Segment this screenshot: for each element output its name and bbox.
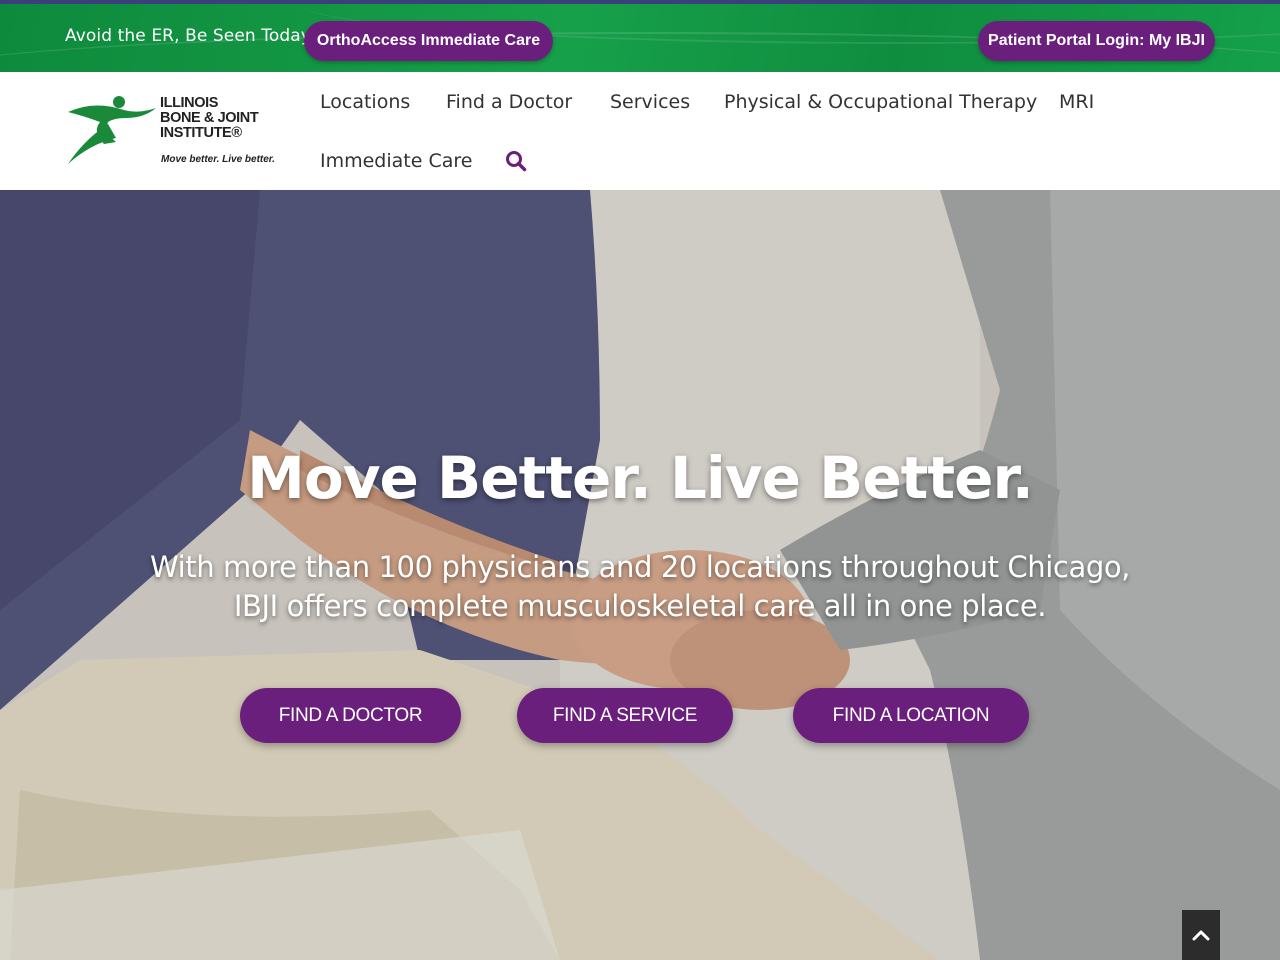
find-a-doctor-button[interactable]: FIND A DOCTOR — [240, 688, 461, 743]
nav-item-locations[interactable]: Locations — [320, 91, 410, 113]
top-utility-bar: Avoid the ER, Be Seen Today OrthoAccess … — [0, 0, 1280, 72]
logo-line-1: ILLINOIS — [160, 95, 219, 111]
main-header: ILLINOIS BONE & JOINT INSTITUTE® Move be… — [0, 72, 1280, 190]
hero-subtitle: With more than 100 physicians and 20 loc… — [100, 548, 1180, 626]
nav-item-mri[interactable]: MRI — [1059, 91, 1094, 113]
logo-line-2: BONE & JOINT — [160, 110, 259, 126]
hero-subtitle-line-2: IBJI offers complete musculoskeletal car… — [233, 589, 1047, 623]
nav-item-immediate-care[interactable]: Immediate Care — [320, 150, 472, 172]
logo-slogan: Move better. Live better. — [161, 154, 275, 165]
orthoaccess-immediate-care-button[interactable]: OrthoAccess Immediate Care — [304, 21, 553, 61]
find-a-location-button[interactable]: FIND A LOCATION — [793, 688, 1029, 743]
nav-item-find-a-doctor[interactable]: Find a Doctor — [446, 91, 572, 113]
hero-subtitle-line-1: With more than 100 physicians and 20 loc… — [149, 550, 1130, 584]
nav-item-services[interactable]: Services — [610, 91, 690, 113]
scroll-to-top-button[interactable] — [1182, 910, 1220, 960]
hero-banner: Move Better. Live Better. With more than… — [0, 190, 1280, 960]
nav-item-physical-occupational-therapy[interactable]: Physical & Occupational Therapy — [724, 91, 1037, 113]
running-figure-logo-icon — [68, 96, 156, 164]
find-a-service-button[interactable]: FIND A SERVICE — [517, 688, 733, 743]
hero-title: Move Better. Live Better. — [247, 444, 1034, 512]
er-tagline: Avoid the ER, Be Seen Today — [65, 26, 311, 46]
search-icon[interactable] — [505, 150, 527, 172]
ibji-logo[interactable]: ILLINOIS BONE & JOINT INSTITUTE® Move be… — [64, 92, 294, 172]
logo-line-3: INSTITUTE® — [160, 125, 242, 141]
chevron-up-icon — [1192, 930, 1210, 941]
patient-portal-login-button[interactable]: Patient Portal Login: My IBJI — [978, 21, 1215, 61]
logo-wordmark: ILLINOIS BONE & JOINT INSTITUTE® — [160, 95, 259, 141]
